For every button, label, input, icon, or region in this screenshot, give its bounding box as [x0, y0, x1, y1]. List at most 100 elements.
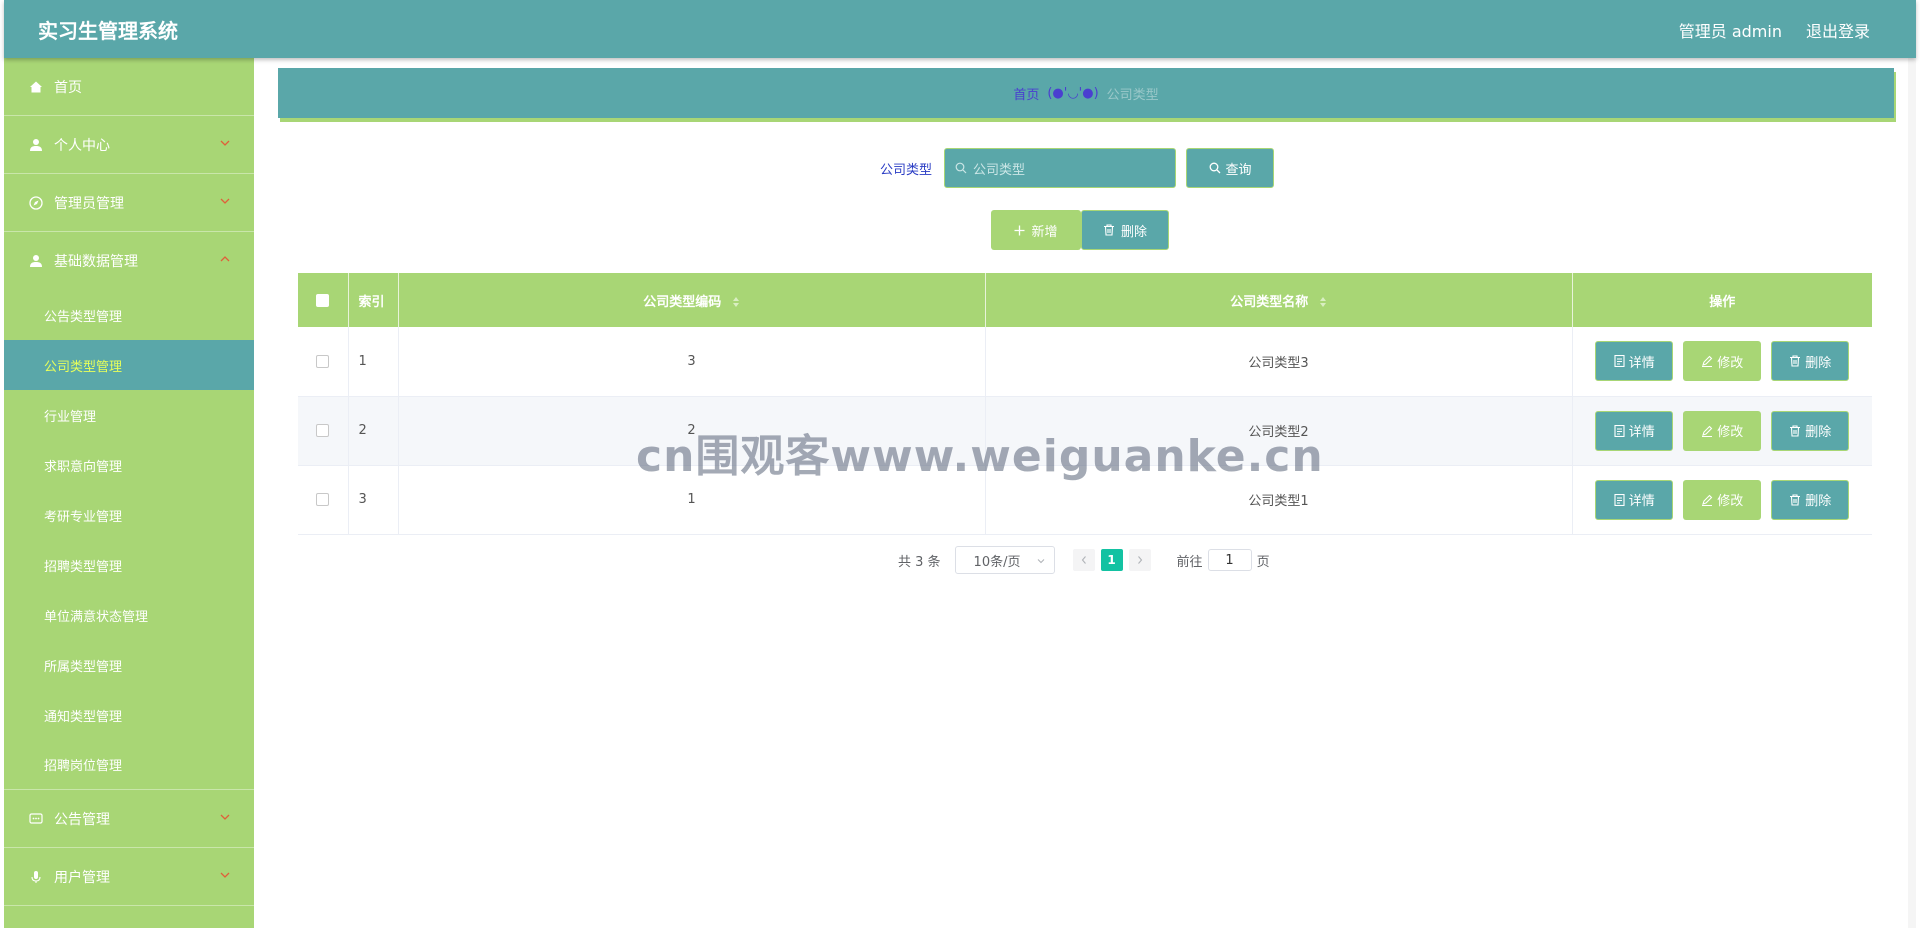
sidebar-subitem-recruit-type[interactable]: 招聘类型管理	[4, 540, 254, 590]
select-all-cell	[298, 273, 349, 327]
microphone-icon	[28, 869, 44, 885]
pencil-icon	[1702, 494, 1713, 506]
row-checkbox[interactable]	[316, 424, 330, 437]
header-code-label: 公司类型编码	[643, 294, 722, 310]
row-name: 公司类型1	[985, 465, 1573, 535]
logout-link[interactable]: 退出登录	[1806, 18, 1870, 42]
detail-button[interactable]: 详情	[1595, 479, 1674, 520]
header-name-label: 公司类型名称	[1230, 294, 1309, 310]
row-index: 3	[348, 465, 399, 535]
query-button[interactable]: 查询	[1186, 148, 1275, 188]
delete-button[interactable]: 删除	[1771, 410, 1850, 451]
sidebar-subitem-job-intention[interactable]: 求职意向管理	[4, 440, 254, 490]
edit-button[interactable]: 修改	[1683, 341, 1762, 382]
sidebar-subitem-industry[interactable]: 行业管理	[4, 390, 254, 440]
row-checkbox[interactable]	[316, 493, 330, 506]
query-button-label: 查询	[1225, 162, 1252, 178]
pagination-total: 共 3 条	[898, 554, 941, 570]
sidebar-subitem-recruit-position[interactable]: 招聘岗位管理	[4, 740, 254, 790]
home-icon	[28, 79, 44, 95]
select-all-checkbox[interactable]	[316, 293, 330, 307]
sidebar-subitem-belong-type[interactable]: 所属类型管理	[4, 640, 254, 690]
row-code: 2	[398, 396, 986, 466]
chevron-left-icon	[1081, 556, 1086, 564]
breadcrumb-current: 公司类型	[1106, 87, 1159, 103]
header-actions: 管理员 admin 退出登录	[1679, 18, 1870, 42]
sidebar-item-label: 公告管理	[54, 811, 110, 828]
sidebar-subitem-exam-major[interactable]: 考研专业管理	[4, 490, 254, 540]
page-number-current[interactable]: 1	[1100, 549, 1123, 571]
detail-button[interactable]: 详情	[1595, 410, 1674, 451]
header-name[interactable]: 公司类型名称	[985, 273, 1573, 327]
document-icon	[1614, 355, 1625, 368]
next-page-button[interactable]	[1128, 549, 1151, 571]
edit-label: 修改	[1717, 355, 1744, 371]
header-code[interactable]: 公司类型编码	[398, 273, 986, 327]
chevron-down-icon	[220, 872, 230, 878]
search-form: 公司类型 公司类型 查询	[880, 148, 1275, 188]
data-table: 索引 公司类型编码 公司类型名称 操作 1 3 公司类型3 详情 修改 删除 2…	[298, 273, 1872, 535]
sidebar-subitem-notice-type[interactable]: 公告类型管理	[4, 290, 254, 340]
document-icon	[1614, 424, 1625, 437]
compass-icon	[28, 195, 44, 211]
row-checkbox[interactable]	[316, 354, 330, 368]
page-size-select[interactable]: 10条/页	[954, 546, 1055, 574]
edit-button[interactable]: 修改	[1683, 479, 1762, 520]
current-user-label[interactable]: 管理员 admin	[1679, 18, 1782, 42]
sidebar-item-profile[interactable]: 个人中心	[4, 116, 254, 174]
sort-icon[interactable]	[732, 296, 740, 308]
sidebar-subitem-satisfaction[interactable]: 单位满意状态管理	[4, 590, 254, 640]
goto-suffix: 页	[1256, 554, 1270, 570]
table-header-row: 索引 公司类型编码 公司类型名称 操作	[298, 273, 1872, 327]
search-icon	[955, 162, 967, 174]
trash-icon	[1103, 224, 1114, 236]
page-scrollbar[interactable]	[1908, 58, 1916, 928]
edit-label: 修改	[1717, 425, 1744, 440]
sidebar-item-label: 个人中心	[54, 137, 110, 154]
chevron-down-icon	[220, 814, 230, 820]
table-row: 2 2 公司类型2 详情 修改 删除	[298, 396, 1872, 466]
goto-prefix: 前往	[1176, 554, 1203, 570]
row-ops: 详情 修改 删除	[1572, 396, 1872, 466]
row-code: 1	[398, 465, 986, 535]
row-ops: 详情 修改 删除	[1572, 465, 1872, 535]
search-input[interactable]: 公司类型	[944, 148, 1177, 188]
sort-icon[interactable]	[1319, 296, 1327, 308]
breadcrumb-home-link[interactable]: 首页	[1013, 84, 1039, 103]
delete-button[interactable]: 删除	[1771, 341, 1850, 382]
top-header: 实习生管理系统 管理员 admin 退出登录	[4, 0, 1916, 58]
delete-button[interactable]: 删除	[1771, 479, 1850, 520]
sidebar-item-base-data[interactable]: 基础数据管理	[4, 232, 254, 290]
search-placeholder: 公司类型	[973, 162, 1026, 178]
pagination: 共 3 条 10条/页 1 前往 页	[898, 546, 1270, 574]
table-row: 3 1 公司类型1 详情 修改 删除	[298, 465, 1872, 535]
search-icon	[1209, 162, 1220, 174]
header-index: 索引	[348, 273, 399, 327]
sidebar-item-label: 首页	[54, 79, 82, 96]
row-ops: 详情 修改 删除	[1572, 327, 1872, 397]
goto-page-input[interactable]	[1207, 549, 1252, 571]
sidebar-item-label: 基础数据管理	[54, 254, 138, 270]
sidebar-item-label: 用户管理	[54, 869, 110, 886]
chevron-right-icon	[1137, 556, 1142, 564]
sidebar-item-home[interactable]: 首页	[4, 58, 254, 116]
sidebar-item-users[interactable]: 用户管理	[4, 848, 254, 906]
row-select-cell	[298, 327, 349, 397]
add-button[interactable]: 新增	[991, 210, 1081, 250]
sidebar-subitem-notify-type[interactable]: 通知类型管理	[4, 690, 254, 740]
edit-button[interactable]: 修改	[1683, 410, 1762, 451]
chevron-down-icon	[1037, 559, 1044, 564]
sidebar-subitem-company-type[interactable]: 公司类型管理	[4, 340, 254, 390]
chat-icon	[28, 811, 44, 827]
row-name: 公司类型3	[985, 327, 1573, 397]
sidebar-item-notice[interactable]: 公告管理	[4, 790, 254, 848]
batch-delete-button[interactable]: 删除	[1081, 210, 1169, 250]
detail-button[interactable]: 详情	[1595, 341, 1674, 382]
add-button-label: 新增	[1031, 224, 1058, 240]
detail-label: 详情	[1628, 425, 1655, 440]
sidebar-item-admin[interactable]: 管理员管理	[4, 174, 254, 232]
delete-label: 删除	[1805, 494, 1832, 509]
trash-icon	[1790, 424, 1801, 437]
row-name: 公司类型2	[985, 396, 1573, 466]
prev-page-button[interactable]	[1072, 549, 1095, 571]
